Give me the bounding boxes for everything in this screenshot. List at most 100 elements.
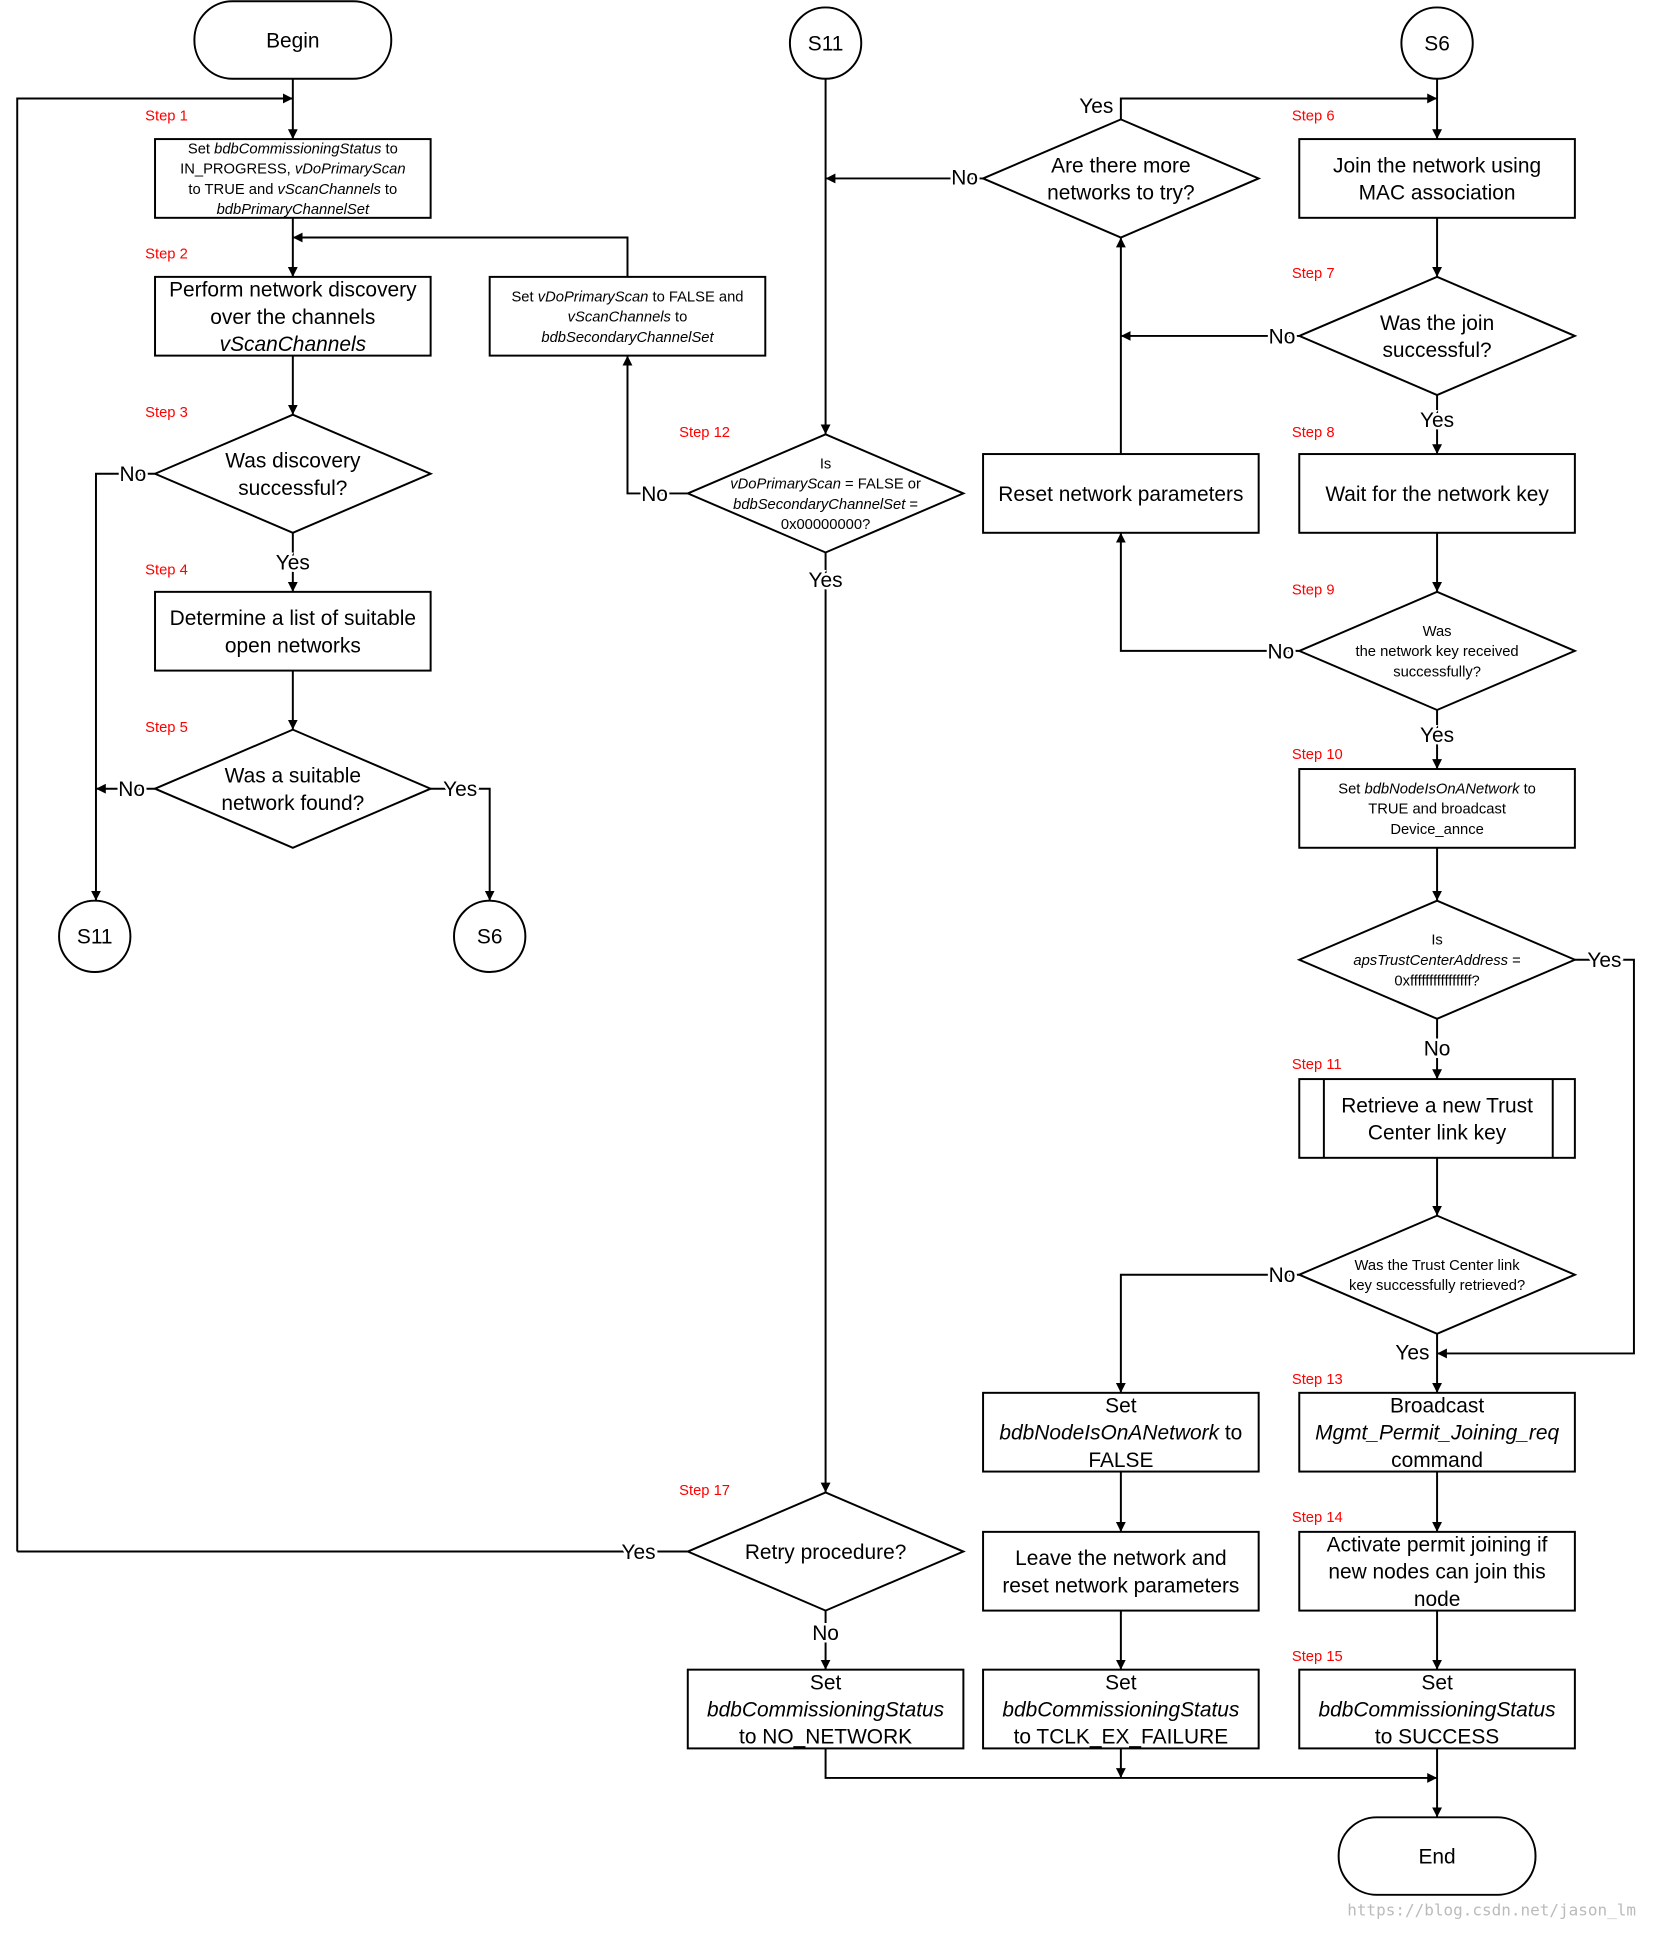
edge-label-yes: Yes [276,552,310,575]
step5-text-line: network found? [221,792,364,815]
text-segment: Set [1105,1395,1137,1418]
connector-arrow [1115,532,1300,652]
step-label-13: Step 13 [1292,1372,1343,1388]
edge-label-no: No [120,463,147,486]
step6-text-line: MAC association [1359,182,1516,205]
text-segment: Set [511,289,537,305]
secondary-text-line: bdbSecondaryChannelSet [541,330,714,346]
step8-text-line: Wait for the network key [1325,483,1549,506]
text-segment: command [1391,1449,1483,1472]
text-segment: reset network parameters [1002,1574,1239,1597]
text-segment: node [1414,1588,1461,1611]
text-segment: to TCLK_EX_FAILURE [1014,1726,1229,1749]
text-segment: Determine a list of suitable [170,607,416,630]
tclk-text-line: to TCLK_EX_FAILURE [1014,1726,1229,1749]
text-segment: bdbCommissioningStatus [214,141,382,157]
text-segment: vDoPrimaryScan [730,477,841,493]
text-segment: to [671,310,687,326]
step12-text-line: bdbSecondaryChannelSet = [733,497,918,513]
edge-label-no: No [1269,1264,1296,1287]
text-segment: to [381,182,397,198]
text-segment: successful? [238,477,347,500]
tcok-text-line: key successfully retrieved? [1349,1278,1525,1294]
step12-decision [685,433,966,554]
step2-text-line: over the channels [210,306,375,329]
text-segment: Is [1431,933,1442,949]
step6-process [1298,138,1576,219]
text-segment: Broadcast [1390,1395,1484,1418]
reset-text-line: Reset network parameters [998,483,1243,506]
text-segment: Wait for the network key [1325,483,1549,506]
step1-text-line: to TRUE and vScanChannels to [188,182,397,198]
text-segment: bdbCommissioningStatus [1319,1699,1557,1722]
text-segment: Was the join [1380,312,1494,335]
step-label-10: Step 10 [1292,747,1343,763]
step-label-2: Step 2 [145,246,188,262]
step-label-9: Step 9 [1292,582,1335,598]
text-segment: = FALSE or [841,477,921,493]
s11-top-label: S11 [808,32,844,55]
text-segment: Activate permit joining if [1327,1534,1548,1557]
step9-text-line: successfully? [1393,665,1481,681]
text-segment: Center link key [1368,1122,1507,1145]
more-text-line: networks to try? [1047,182,1195,205]
text-segment: Was discovery [225,450,361,473]
step11-text-line: Retrieve a new Trust [1341,1094,1533,1117]
connector-arrow [1119,93,1438,120]
edge-label-no: No [1267,640,1294,663]
step15-text-line: bdbCommissioningStatus [1319,1699,1557,1722]
edge-label-yes: Yes [1395,1342,1429,1365]
edge-label-yes: Yes [809,569,843,592]
step12-text-line: 0x00000000? [781,517,870,533]
secondary-text-line: Set vDoPrimaryScan to FALSE and [511,289,743,305]
step-label-1: Step 1 [145,109,188,125]
step-label-11: Step 11 [1292,1057,1342,1073]
text-segment: network found? [221,792,364,815]
tcaddr-text-line: Is [1431,933,1442,949]
nonet-text-line: bdbCommissioningStatus [707,1699,945,1722]
watermark: https://blog.csdn.net/jason_lm [1347,1901,1636,1920]
text-segment: Perform network discovery [169,279,417,302]
step14-text-line: new nodes can join this [1328,1561,1545,1584]
text-segment: over the channels [210,306,375,329]
step3-text-line: successful? [238,477,347,500]
s6-top-label: S6 [1424,32,1450,55]
step4-process [154,590,432,672]
step13-text-line: Broadcast [1390,1395,1484,1418]
text-segment: to [381,141,397,157]
text-segment: 0x00000000? [781,517,870,533]
text-segment: vScanChannels [568,310,672,326]
text-segment: bdbCommissioningStatus [707,1699,945,1722]
text-segment: bdbNodeIsOnANetwork [999,1422,1220,1445]
nodefalse-text-line: FALSE [1088,1449,1153,1472]
edge-label-yes: Yes [622,1541,656,1564]
text-segment: Leave the network and [1015,1547,1227,1570]
text-segment: Set [1105,1671,1137,1694]
text-segment: vDoPrimaryScan [295,162,406,178]
zigbee-commissioning-flowchart: Begin End S11 S6 S11 S6 Set bdbCommissioningSt… [16,0,1636,1920]
text-segment: new nodes can join this [1328,1561,1545,1584]
s11-bottom-label: S11 [77,926,113,949]
step4-text-line: Determine a list of suitable [170,607,416,630]
text-segment: bdbNodeIsOnANetwork [1365,781,1521,797]
step15-text-line: to SUCCESS [1375,1726,1499,1749]
step-label-6: Step 6 [1292,109,1335,125]
nonet-text-line: to NO_NETWORK [739,1726,912,1749]
text-segment: vDoPrimaryScan [538,289,649,305]
nodefalse-text-line: bdbNodeIsOnANetwork to [999,1422,1242,1445]
connector-arrow [824,1748,1438,1783]
edge-label-yes: Yes [1079,95,1113,118]
text-segment: Set [810,1671,842,1694]
text-segment: Is [820,456,831,472]
text-segment: networks to try? [1047,182,1195,205]
step7-text-line: successful? [1382,339,1491,362]
step9-text-line: the network key received [1355,644,1518,660]
tclk-text-line: bdbCommissioningStatus [1002,1699,1240,1722]
connector-arrow [292,232,629,277]
step10-text-line: Device_annce [1390,822,1483,838]
more-text-line: Are there more [1051,154,1190,177]
step1-text-line: IN_PROGRESS, vDoPrimaryScan [180,162,405,178]
text-segment: to NO_NETWORK [739,1726,912,1749]
text-segment: Join the network using [1333,154,1541,177]
text-segment: Was [1423,624,1452,640]
